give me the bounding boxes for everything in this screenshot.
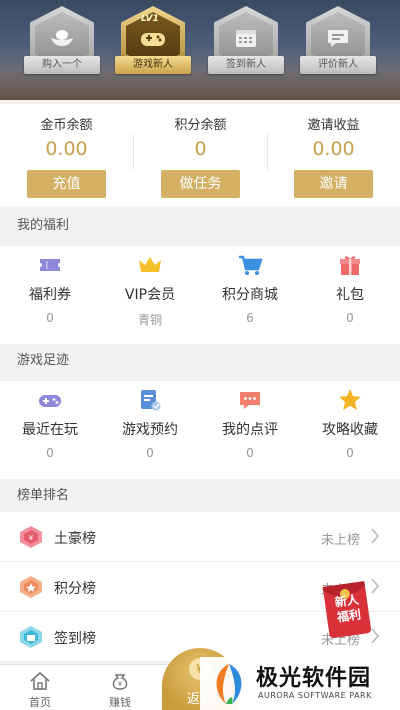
cell-count: 0 <box>46 446 54 460</box>
svg-text:¥: ¥ <box>29 534 34 542</box>
coin-balance: 金币余额 0.00 充值 <box>0 104 133 206</box>
footprint-guide-favorites[interactable]: 攻略收藏 0 <box>300 381 400 479</box>
recharge-button[interactable]: 充值 <box>27 170 106 198</box>
invite-earnings-value: 0.00 <box>312 138 355 160</box>
tab-home[interactable]: 首页 <box>10 665 70 710</box>
points-balance-value: 0 <box>194 138 207 160</box>
section-title-welfare: 我的福利 <box>0 210 400 242</box>
svg-text:¥: ¥ <box>118 680 123 688</box>
coin-balance-value: 0.00 <box>45 138 88 160</box>
rich-medal-icon: ¥ <box>20 526 42 548</box>
invite-button[interactable]: 邀请 <box>294 170 373 198</box>
ingot-icon <box>51 30 73 46</box>
gamepad-icon <box>39 395 61 407</box>
ticket-icon <box>40 259 60 271</box>
welfare-points-mall[interactable]: 积分商城 6 <box>200 246 300 344</box>
points-balance-label: 积分余额 <box>174 118 227 133</box>
badge-signin-newbie[interactable]: 签到新人 <box>208 6 284 80</box>
signin-medal-icon <box>20 626 42 648</box>
welfare-vip[interactable]: VIP会员 青铜 <box>100 246 200 344</box>
cell-label: 礼包 <box>336 287 364 303</box>
rank-name: 积分榜 <box>54 581 96 597</box>
cell-count: 6 <box>246 311 254 325</box>
badge-label: 购入一个 <box>24 56 100 74</box>
welfare-coupons[interactable]: 福利券 0 <box>0 246 100 344</box>
cell-count: 0 <box>246 446 254 460</box>
tab-earn[interactable]: ¥ 赚钱 <box>90 665 150 710</box>
footprint-reservations[interactable]: 游戏预约 0 <box>100 381 200 479</box>
badge-label: 游戏新人 <box>115 56 191 74</box>
gift-icon <box>340 256 360 275</box>
badge-buy-one[interactable]: 购入一个 <box>24 6 100 80</box>
watermark-subtitle: AURORA SOFTWARE PARK <box>258 691 372 700</box>
cell-count: 0 <box>146 446 154 460</box>
welfare-gift-pack[interactable]: 礼包 0 <box>300 246 400 344</box>
rank-row-rich[interactable]: ¥ 土豪榜 未上榜 <box>0 512 400 562</box>
section-title-ranking: 榜单排名 <box>0 480 400 512</box>
footprint-recent-play[interactable]: 最近在玩 0 <box>0 381 100 479</box>
rank-name: 土豪榜 <box>54 531 96 547</box>
welfare-grid: 福利券 0 VIP会员 青铜 积分商城 6 礼包 0 <box>0 246 400 344</box>
calendar-check-icon <box>141 390 161 411</box>
cart-icon <box>239 255 263 275</box>
badge-level: LV1 <box>141 14 159 24</box>
cell-label: 最近在玩 <box>22 422 78 438</box>
cell-label: 福利券 <box>29 287 71 303</box>
do-tasks-button[interactable]: 做任务 <box>161 170 240 198</box>
crown-icon <box>139 257 161 272</box>
gamepad-icon <box>141 33 165 46</box>
aurora-logo-icon <box>216 664 242 704</box>
cell-label: 我的点评 <box>222 422 278 438</box>
watermark-title: 极光软件园 <box>256 666 372 691</box>
comment-icon <box>328 30 348 47</box>
calendar-icon <box>236 30 256 47</box>
cell-label: 游戏预约 <box>122 422 178 438</box>
rank-status: 未上榜 <box>320 533 360 548</box>
coin-balance-label: 金币余额 <box>40 118 93 133</box>
badge-review-newbie[interactable]: 评价新人 <box>300 6 376 80</box>
points-balance: 积分余额 0 做任务 <box>134 104 267 206</box>
vip-level: 青铜 <box>137 313 162 327</box>
comment-icon <box>240 392 260 409</box>
invite-earnings: 邀请收益 0.00 邀请 <box>267 104 400 206</box>
badge-game-newbie[interactable]: LV1 游戏新人 <box>115 6 191 80</box>
money-bag-icon: ¥ <box>112 674 128 690</box>
tab-label: 首页 <box>29 696 51 709</box>
footprint-grid: 最近在玩 0 游戏预约 0 我的点评 0 攻略收藏 0 <box>0 381 400 479</box>
footprint-my-reviews[interactable]: 我的点评 0 <box>200 381 300 479</box>
rank-name: 签到榜 <box>54 631 96 647</box>
cell-count: 0 <box>46 311 54 325</box>
badge-label: 评价新人 <box>300 56 376 74</box>
cell-label: 积分商城 <box>222 287 278 303</box>
section-title-footprint: 游戏足迹 <box>0 345 400 377</box>
cell-count: 0 <box>346 446 354 460</box>
invite-earnings-label: 邀请收益 <box>307 118 360 133</box>
points-medal-icon <box>20 576 42 598</box>
balance-card: 金币余额 0.00 充值 积分余额 0 做任务 邀请收益 0.00 邀请 <box>0 104 400 206</box>
watermark: 极光软件园 AURORA SOFTWARE PARK <box>200 657 400 710</box>
cell-label: VIP会员 <box>124 287 176 303</box>
tab-label: 赚钱 <box>109 696 131 709</box>
chevron-right-icon <box>371 528 380 544</box>
home-icon <box>30 671 50 690</box>
newbie-welfare-float-button[interactable]: 新人 福利 <box>318 578 374 640</box>
badge-banner: 购入一个 LV1 游戏新人 签到新人 评价新人 <box>0 0 400 100</box>
cell-count: 0 <box>346 311 354 325</box>
star-icon <box>339 389 361 410</box>
badge-label: 签到新人 <box>208 56 284 74</box>
cell-label: 攻略收藏 <box>322 422 378 438</box>
